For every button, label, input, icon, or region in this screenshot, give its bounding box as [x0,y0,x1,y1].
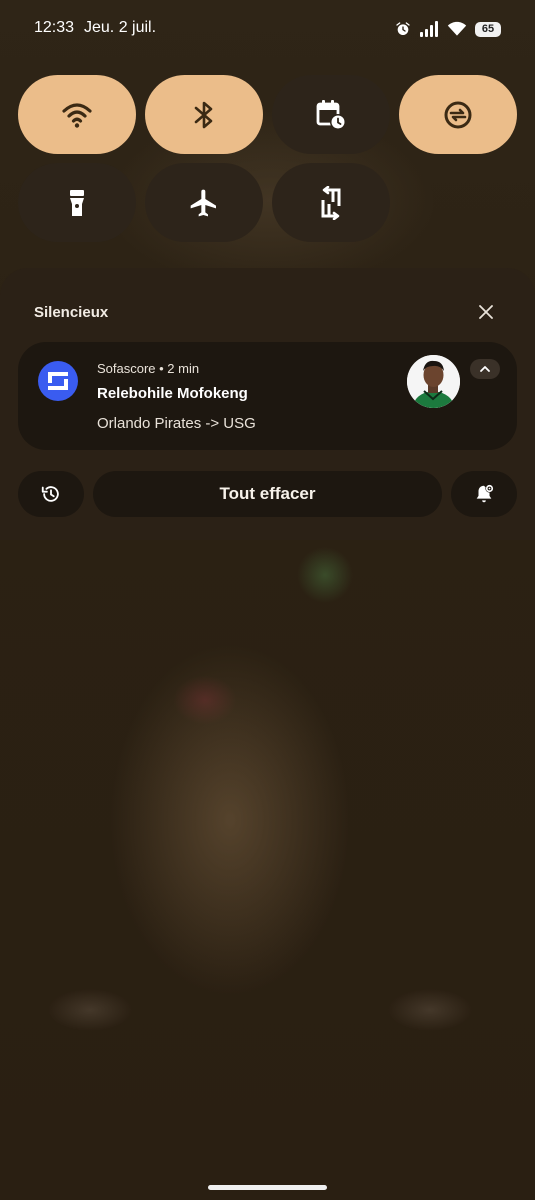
notification-title: Relebohile Mofokeng [97,385,248,402]
notification-settings-button[interactable] [451,471,517,517]
tile-schedule[interactable] [272,75,390,154]
player-avatar [407,355,460,408]
tile-auto-rotate[interactable] [272,163,390,242]
status-icons: 65 [395,18,501,40]
home-indicator[interactable] [208,1185,327,1190]
chevron-up-icon [480,366,490,372]
expand-button[interactable] [470,359,500,379]
status-bar: 12:33 Jeu. 2 juil. 65 [0,0,535,56]
section-title-silent: Silencieux [34,304,109,321]
status-date: Jeu. 2 juil. [84,19,157,36]
battery-level: 65 [481,23,495,35]
signal-icon [420,21,438,37]
notification-text: Orlando Pirates -> USG [97,415,256,432]
flashlight-icon [70,189,84,216]
clear-all-label: Tout effacer [219,484,316,503]
data-saver-icon [444,101,472,128]
tile-flashlight[interactable] [18,163,136,242]
bell-settings-icon [476,484,494,503]
close-icon [479,305,493,319]
sofascore-icon [38,361,78,401]
notification-app-line: Sofascore • 2 min [97,361,200,376]
notification-history-button[interactable] [18,471,84,517]
status-time: 12:33 [34,19,75,36]
wifi-icon [62,102,92,128]
dismiss-section-button[interactable] [474,300,498,324]
airplane-icon [190,189,216,216]
clear-all-button[interactable]: Tout effacer [93,471,442,517]
tile-bluetooth[interactable] [145,75,263,154]
history-icon [41,486,59,502]
wifi-icon [447,21,467,36]
rotate-icon [321,185,341,220]
battery-icon: 65 [475,21,501,37]
bluetooth-icon [194,101,213,128]
calendar-clock-icon [316,99,346,130]
alarm-icon [396,22,410,35]
tile-wifi[interactable] [18,75,136,154]
tile-airplane-mode[interactable] [145,163,263,242]
tile-data-saver[interactable] [399,75,517,154]
